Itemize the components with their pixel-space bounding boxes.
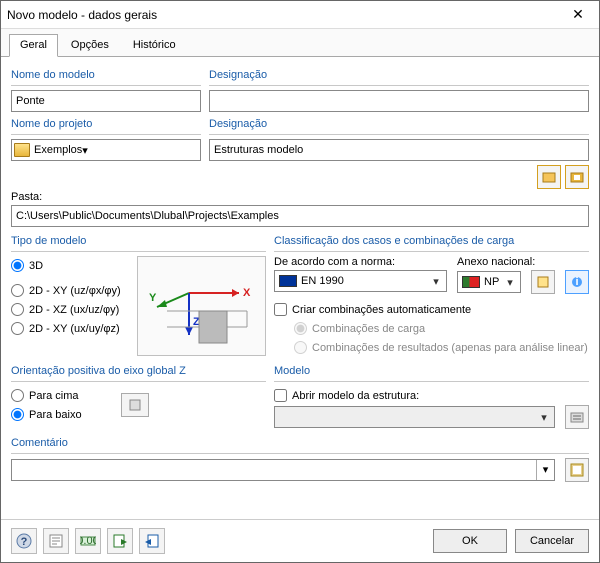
titlebar: Novo modelo - dados gerais ✕ [1,1,599,29]
radio-2d-xy-2[interactable]: 2D - XY (ux/uy/φz) [11,322,131,335]
radio-3d[interactable]: 3D [11,259,131,272]
tab-content: Nome do modelo Designação Nome do projet… [1,57,599,519]
input-folder-path [11,205,589,227]
z-axis-help-icon[interactable] [121,393,149,417]
label-project-name: Nome do projeto [11,118,201,130]
eu-flag-icon [279,275,297,287]
model-type-preview: X Y Z [137,256,266,356]
ok-button[interactable]: OK [433,529,507,553]
edit-icon[interactable] [43,528,69,554]
radio-2d-xy-1[interactable]: 2D - XY (uz/φx/φy) [11,284,131,297]
annex-settings-icon[interactable] [531,270,555,294]
svg-text:i: i [575,276,578,288]
chevron-down-icon: ▾ [536,460,554,480]
cancel-button[interactable]: Cancelar [515,529,589,553]
check-open-template[interactable]: Abrir modelo da estrutura: [274,389,589,402]
window-title: Novo modelo - dados gerais [7,8,563,22]
units-icon[interactable]: 0.00 [75,528,101,554]
pt-flag-icon [462,276,480,288]
check-auto-combinations[interactable]: Criar combinações automaticamente [274,303,589,316]
dialog-window: Novo modelo - dados gerais ✕ Geral Opçõe… [0,0,600,563]
dialog-footer: ? 0.00 OK Cancelar [1,519,599,562]
label-z-axis: Orientação positiva do eixo global Z [11,365,266,377]
input-designation2 [209,139,589,161]
label-designation1: Designação [209,69,589,81]
radio-comb-load: Combinações de carga [294,322,589,335]
svg-text:Y: Y [149,292,157,304]
project-info-icon[interactable] [565,165,589,189]
import-icon[interactable] [139,528,165,554]
browse-template-icon[interactable] [565,405,589,429]
label-standard: De acordo com a norma: [274,256,447,268]
chevron-down-icon: ▾ [82,144,88,157]
label-model-type: Tipo de modelo [11,235,266,247]
svg-text:?: ? [21,536,28,548]
help-icon[interactable]: ? [11,528,37,554]
combo-project-value: Exemplos [34,144,82,156]
label-designation2: Designação [209,118,589,130]
chevron-down-icon: ▾ [428,275,444,288]
radio-2d-xz[interactable]: 2D - XZ (ux/uz/φy) [11,303,131,316]
label-annex: Anexo nacional: [457,256,589,268]
comment-library-icon[interactable] [565,458,589,482]
combo-annex[interactable]: NP ▾ [457,271,521,293]
tab-history[interactable]: Histórico [122,34,187,57]
tabstrip: Geral Opções Histórico [1,29,599,57]
project-manager-icon[interactable] [537,165,561,189]
svg-text:X: X [243,287,251,299]
combo-standard[interactable]: EN 1990 ▾ [274,270,447,292]
radio-z-up[interactable]: Para cima [11,389,111,402]
export-icon[interactable] [107,528,133,554]
tab-general[interactable]: Geral [9,34,58,57]
label-template: Modelo [274,365,589,377]
label-model-name: Nome do modelo [11,69,201,81]
combo-template: ▾ [274,406,555,428]
svg-text:0.00: 0.00 [80,535,96,547]
input-model-name[interactable] [11,90,201,112]
label-folder: Pasta: [11,191,589,203]
folder-icon [14,143,30,157]
annex-info-icon[interactable]: i [565,270,589,294]
label-classification: Classificação dos casos e combinações de… [274,235,589,247]
radio-z-down[interactable]: Para baixo [11,408,111,421]
tab-options[interactable]: Opções [60,34,120,57]
combo-comment[interactable]: ▾ [11,459,555,481]
label-comment: Comentário [11,437,589,449]
close-icon[interactable]: ✕ [563,5,593,25]
chevron-down-icon: ▾ [536,411,552,424]
chevron-down-icon: ▾ [502,276,518,289]
combo-project-name[interactable]: Exemplos ▾ [11,139,201,161]
radio-comb-results: Combinações de resultados (apenas para a… [294,341,589,354]
input-designation1[interactable] [209,90,589,112]
